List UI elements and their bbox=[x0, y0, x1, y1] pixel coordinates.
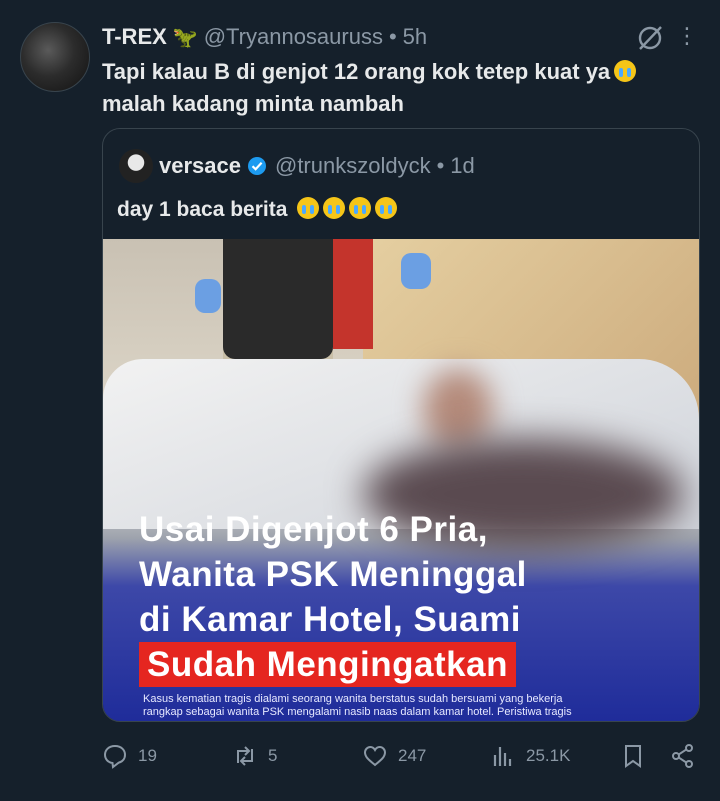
separator-dot: • bbox=[436, 153, 445, 178]
share-button[interactable] bbox=[670, 738, 706, 774]
like-count: 247 bbox=[398, 746, 427, 765]
bookmark-button[interactable] bbox=[620, 738, 656, 774]
quoted-tweet[interactable]: versace @trunkszoldyck • 1d day 1 baca b… bbox=[102, 128, 700, 722]
views-count: 25.1K bbox=[526, 746, 571, 765]
repost-icon bbox=[237, 746, 253, 766]
tweet-time[interactable]: 5h bbox=[403, 24, 427, 50]
crying-emoji-icon bbox=[323, 197, 346, 219]
views-button[interactable]: 25.1K bbox=[490, 738, 570, 774]
share-icon bbox=[672, 744, 693, 768]
quoted-author-avatar[interactable] bbox=[119, 149, 153, 183]
tweet-actions: 19 5 247 25.1K bbox=[100, 738, 700, 774]
crying-emoji-icon bbox=[297, 197, 320, 219]
views-bar-chart-icon bbox=[493, 747, 512, 766]
repost-count: 5 bbox=[268, 746, 278, 765]
more-options-icon[interactable]: ⋮ bbox=[676, 22, 698, 50]
like-button[interactable]: 247 bbox=[362, 738, 426, 774]
author-handle[interactable]: @Tryannosauruss bbox=[204, 24, 383, 50]
dinosaur-emoji-icon: 🦖 bbox=[172, 26, 198, 49]
image-glove-right bbox=[401, 253, 431, 289]
subtext-line1: Kasus kematian tragis dialami seorang wa… bbox=[143, 693, 563, 705]
separator-dot: • bbox=[388, 24, 397, 49]
image-subtext: Kasus kematian tragis dialami seorang wa… bbox=[143, 693, 671, 719]
quoted-tweet-text: day 1 baca berita bbox=[117, 197, 398, 222]
reply-icon bbox=[103, 744, 127, 769]
crying-emoji-icon bbox=[375, 197, 398, 219]
headline-line1: Usai Digenjot 6 Pria, bbox=[139, 510, 488, 549]
repost-button[interactable]: 5 bbox=[232, 738, 277, 774]
tweet-text-line1: Tapi kalau B di genjot 12 orang kok tete… bbox=[102, 59, 611, 84]
grok-icon[interactable] bbox=[636, 24, 664, 52]
image-person bbox=[223, 239, 333, 359]
author-avatar[interactable] bbox=[20, 22, 90, 92]
bookmark-icon bbox=[625, 745, 641, 768]
image-blurred-area bbox=[423, 369, 493, 449]
quoted-author-name[interactable]: versace bbox=[159, 153, 241, 179]
headline-line2: Wanita PSK Meninggal bbox=[139, 555, 527, 594]
quoted-tweet-image[interactable]: Usai Digenjot 6 Pria, Wanita PSK Meningg… bbox=[103, 239, 699, 721]
image-glove-left bbox=[195, 279, 221, 313]
reply-button[interactable]: 19 bbox=[102, 738, 157, 774]
headline-line4: Sudah Mengingatkan bbox=[139, 642, 516, 687]
crying-emoji-icon bbox=[614, 60, 637, 82]
reply-count: 19 bbox=[138, 746, 157, 765]
author-name[interactable]: T-REX bbox=[102, 24, 167, 50]
subtext-line2: rangkap sebagai wanita PSK mengalami nas… bbox=[143, 706, 572, 718]
quoted-text: day 1 baca berita bbox=[117, 198, 288, 221]
verified-badge-icon bbox=[247, 157, 266, 175]
crying-emoji-icon bbox=[349, 197, 372, 219]
quoted-tweet-header: versace @trunkszoldyck • 1d bbox=[159, 151, 475, 181]
tweet-text-line2: malah kadang minta nambah bbox=[102, 91, 404, 116]
quoted-author-handle[interactable]: @trunkszoldyck bbox=[275, 153, 431, 179]
image-headline: Usai Digenjot 6 Pria, Wanita PSK Meningg… bbox=[139, 507, 679, 687]
headline-line3: di Kamar Hotel, Suami bbox=[139, 600, 521, 639]
tweet-header: T-REX 🦖 @Tryannosauruss • 5h bbox=[102, 22, 427, 52]
quoted-tweet-time[interactable]: 1d bbox=[450, 153, 474, 179]
tweet-text: Tapi kalau B di genjot 12 orang kok tete… bbox=[102, 56, 702, 120]
heart-icon bbox=[363, 745, 387, 767]
